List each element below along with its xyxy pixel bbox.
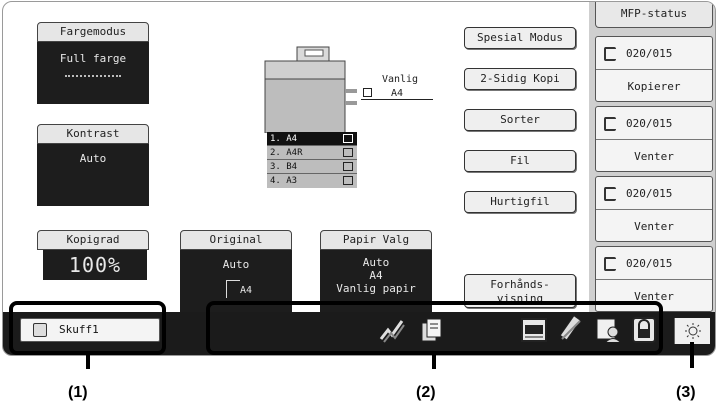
contrast-value: Auto xyxy=(79,152,107,165)
tray-paper-icon xyxy=(343,134,353,143)
duplex-copy-button[interactable]: 2-Sidig Kopi xyxy=(464,68,576,90)
mfp-status-column: MFP-status 020/015 Kopierer 020/015 Vent… xyxy=(589,2,715,312)
paper-select-size: A4 xyxy=(369,269,383,282)
output-tray-type: Vanlig xyxy=(381,74,419,85)
tray-item-label: 3. B4 xyxy=(270,162,298,172)
tray-item-label: 1. A4 xyxy=(270,134,298,144)
copy-job-icon xyxy=(604,257,616,271)
output-tray-icon xyxy=(363,88,372,97)
copy-count-label: Kopigrad xyxy=(66,233,120,246)
mfp-status-title[interactable]: MFP-status xyxy=(595,2,713,28)
tray-paper-icon xyxy=(343,148,353,157)
callout-pointer-3 xyxy=(690,342,694,368)
copy-job-icon xyxy=(604,187,616,201)
copy-job-icon xyxy=(604,47,616,61)
original-value: Auto xyxy=(222,258,250,271)
original-label: Original xyxy=(209,233,263,246)
copy-count-value[interactable]: 100% xyxy=(43,250,147,280)
job-count: 020/015 xyxy=(626,47,673,60)
callout-label-2: (2) xyxy=(416,384,436,401)
sort-button[interactable]: Sorter xyxy=(464,109,576,131)
tray-paper-icon xyxy=(343,162,353,171)
original-tab[interactable]: Original xyxy=(180,230,292,250)
tray-item-2[interactable]: 2. A4R xyxy=(267,146,357,160)
quick-file-button[interactable]: Hurtigfil xyxy=(464,191,576,213)
callout-frame-1 xyxy=(9,301,166,355)
color-mode-value: Full farge xyxy=(59,52,127,65)
color-mode-label: Fargemodus xyxy=(59,25,127,38)
original-page-icon xyxy=(226,280,240,298)
callout-pointer-1 xyxy=(86,355,90,369)
tray-paper-icon xyxy=(343,176,353,185)
special-modes-button[interactable]: Spesial Modus xyxy=(464,27,576,49)
callout-label-3: (3) xyxy=(676,384,696,401)
job-item-1[interactable]: 020/015 Kopierer xyxy=(595,36,713,102)
color-mode-dots xyxy=(65,75,121,77)
job-count: 020/015 xyxy=(626,187,673,200)
callout-pointer-2 xyxy=(432,355,436,369)
file-button[interactable]: Fil xyxy=(464,150,576,172)
tray-list: 1. A4 2. A4R 3. B4 4. A3 xyxy=(267,132,357,190)
color-mode-panel[interactable]: Full farge xyxy=(37,42,149,104)
paper-select-tab[interactable]: Papir Valg xyxy=(320,230,432,250)
tray-item-label: 4. A3 xyxy=(270,176,298,186)
tray-item-label: 2. A4R xyxy=(270,148,303,158)
job-state: Venter xyxy=(634,220,674,233)
contrast-tab[interactable]: Kontrast xyxy=(37,124,149,144)
copy-job-icon xyxy=(604,117,616,131)
original-size: A4 xyxy=(240,285,253,296)
job-state: Kopierer xyxy=(627,80,681,93)
brightness-button[interactable] xyxy=(674,318,710,344)
screen: Fargemodus Full farge Kontrast Auto Kopi… xyxy=(0,0,716,412)
copy-count-tab[interactable]: Kopigrad xyxy=(37,230,149,250)
brightness-icon xyxy=(685,323,701,339)
paper-select-type: Vanlig papir xyxy=(336,282,416,295)
color-mode-tab[interactable]: Fargemodus xyxy=(37,22,149,42)
job-item-2[interactable]: 020/015 Venter xyxy=(595,106,713,172)
callout-frame-2 xyxy=(206,301,663,355)
contrast-panel[interactable]: Auto xyxy=(37,144,149,206)
tray-item-4[interactable]: 4. A3 xyxy=(267,174,357,188)
job-count: 020/015 xyxy=(626,257,673,270)
paper-select-mode: Auto xyxy=(362,256,390,269)
copier-machine-icon xyxy=(264,46,357,133)
paper-select-label: Papir Valg xyxy=(342,233,410,246)
job-count: 020/015 xyxy=(626,117,673,130)
tray-item-1[interactable]: 1. A4 xyxy=(267,132,357,146)
job-item-3[interactable]: 020/015 Venter xyxy=(595,176,713,242)
tray-item-3[interactable]: 3. B4 xyxy=(267,160,357,174)
contrast-label: Kontrast xyxy=(66,127,120,140)
callout-label-1: (1) xyxy=(68,384,88,401)
job-state: Venter xyxy=(634,150,674,163)
